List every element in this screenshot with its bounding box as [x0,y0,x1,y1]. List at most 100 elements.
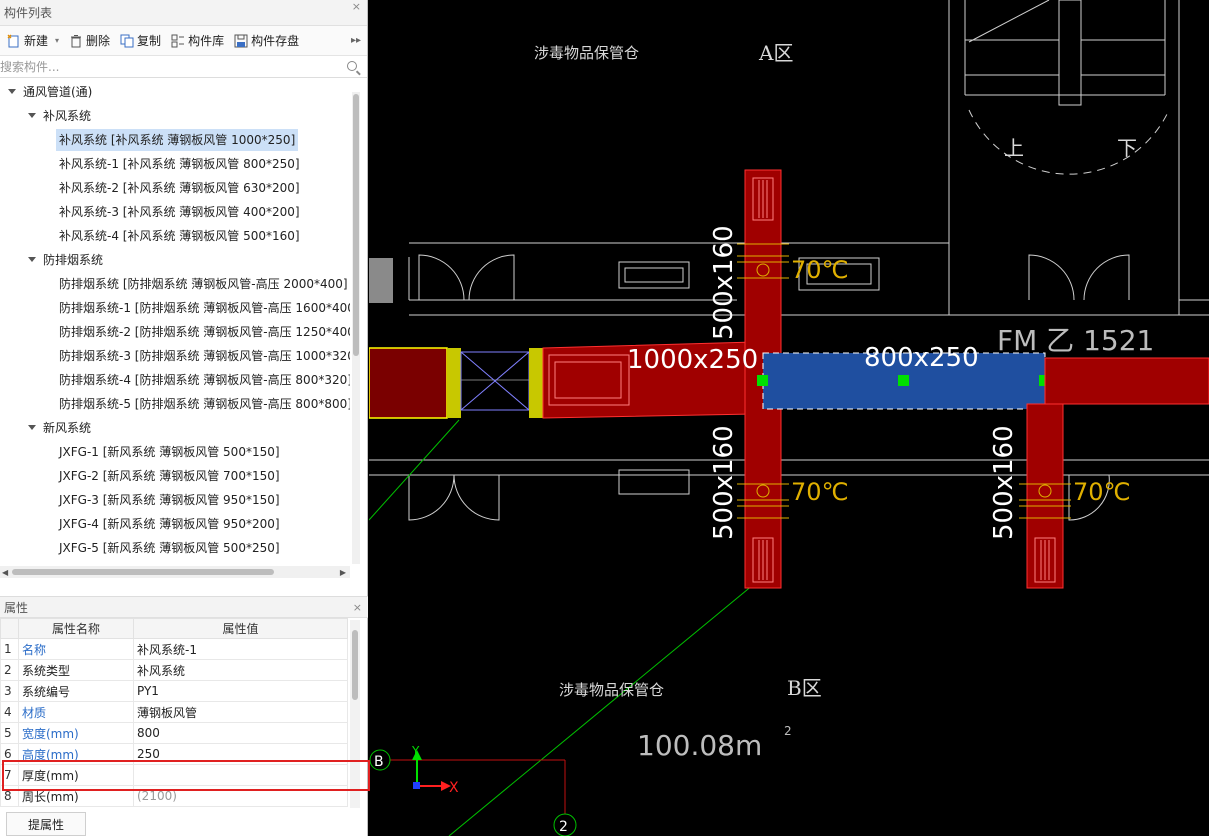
expand-arrow-icon[interactable] [28,113,36,118]
property-index: 3 [0,680,19,702]
axis-2-label: 2 [559,819,568,835]
tree-item[interactable]: JXFG-4 [新风系统 薄钢板风管 950*200] [0,512,350,536]
expand-arrow-icon[interactable] [28,425,36,430]
property-value[interactable]: 薄钢板风管 [133,701,348,723]
tree-item-label: 新风系统 [43,421,92,435]
axis-bubble-2[interactable]: 2 [553,813,577,836]
tree-item[interactable]: JXFG-5 [新风系统 薄钢板风管 500*250] [0,536,350,560]
tree-group[interactable]: 防排烟系统 [0,248,350,272]
tree-group[interactable]: 通风管道(通) [0,80,350,104]
properties-close-icon[interactable]: × [353,601,362,615]
tree-item[interactable]: 防排烟系统 [防排烟系统 薄钢板风管-高压 2000*400] [0,272,350,296]
tree-item[interactable]: 补风系统-4 [补风系统 薄钢板风管 500*160] [0,224,350,248]
property-row[interactable]: 2 系统类型 补风系统 [0,659,348,681]
door-swing-2 [468,254,515,301]
delete-button[interactable]: 删除 [64,29,115,53]
duct-branch-top-label: 500x160 [709,225,739,340]
index-column-header [0,618,19,639]
stair-arc [968,109,1170,175]
property-row[interactable]: 5 宽度(mm) 800 [0,722,348,744]
property-row[interactable]: 3 系统编号 PY1 [0,680,348,702]
tree-item-label: JXFG-3 [新风系统 薄钢板风管 950*150] [59,493,280,507]
properties-scroll-thumb[interactable] [352,630,358,700]
new-button[interactable]: 新建 ▾ [2,29,64,53]
tree-item[interactable]: 防排烟系统-4 [防排烟系统 薄钢板风管-高压 800*320] [0,368,350,392]
property-value[interactable] [133,764,348,786]
stair-break-line [968,0,1050,43]
tree-item[interactable]: JXFG-3 [新风系统 薄钢板风管 950*150] [0,488,350,512]
property-value[interactable]: 补风系统-1 [133,638,348,660]
area-superscript: 2 [784,724,792,738]
tree-item[interactable]: 防排烟系统-1 [防排烟系统 薄钢板风管-高压 1600*400 [0,296,350,320]
properties-scrollbar[interactable] [350,620,360,808]
tree-vertical-scroll-thumb[interactable] [353,94,359,356]
tree-group[interactable]: 补风系统 [0,104,350,128]
door-swing-3 [1028,254,1075,301]
library-icon [171,34,185,48]
component-list-close-icon[interactable]: × [352,0,361,14]
zone-b-label: B区 [787,676,822,700]
property-value[interactable]: 800 [133,722,348,744]
tree-item[interactable]: 补风系统 [补风系统 薄钢板风管 1000*250] [0,128,350,152]
property-row[interactable]: 4 材质 薄钢板风管 [0,701,348,723]
tree-item[interactable]: 防排烟系统-2 [防排烟系统 薄钢板风管-高压 1250*400 [0,320,350,344]
tree-item-label: 补风系统-4 [补风系统 薄钢板风管 500*160] [59,229,300,243]
window-3 [618,469,690,495]
walls [369,0,1209,521]
toolbar-overflow-icon[interactable]: ▸▸ [351,35,361,46]
duct-segment-far-left [369,347,448,419]
tree-item-label: JXFG-2 [新风系统 薄钢板风管 700*150] [59,469,280,483]
search-input[interactable] [0,56,330,77]
property-index: 8 [0,785,19,807]
damper-temp-2: 70℃ [791,478,849,506]
ucs-x-label: X [449,780,459,796]
property-value[interactable]: (2100) [133,785,348,807]
property-value[interactable]: 250 [133,743,348,765]
tree-item[interactable]: 补风系统-1 [补风系统 薄钢板风管 800*250] [0,152,350,176]
tree-group[interactable]: 新风系统 [0,416,350,440]
cad-drawing[interactable]: 涉毒物品保管仓 A区 涉毒物品保管仓 B区 上 下 100.08m 2 FM 乙… [369,0,1209,836]
property-name: 厚度(mm) [18,764,134,786]
new-dropdown-icon[interactable]: ▾ [55,36,59,45]
property-row[interactable]: 1 名称 补风系统-1 [0,638,348,660]
tree-horizontal-scroll-thumb[interactable] [12,569,274,575]
damper-temp-1: 70℃ [791,256,849,284]
cad-drawing-canvas[interactable]: 涉毒物品保管仓 A区 涉毒物品保管仓 B区 上 下 100.08m 2 FM 乙… [369,0,1209,836]
property-row[interactable]: 8 周长(mm) (2100) [0,785,348,807]
tree-item[interactable]: JXFG-1 [新风系统 薄钢板风管 500*150] [0,440,350,464]
tree-item[interactable]: 补风系统-2 [补风系统 薄钢板风管 630*200] [0,176,350,200]
search-box [0,56,367,78]
scroll-right-icon[interactable]: ▶ [340,568,346,577]
copy-icon [120,34,134,48]
tree-item-label: 防排烟系统-1 [防排烟系统 薄钢板风管-高压 1600*400 [59,301,350,315]
axis-bubble-b[interactable]: B [369,749,391,771]
tree-horizontal-scrollbar[interactable]: ◀ ▶ [0,566,350,578]
property-name: 周长(mm) [18,785,134,807]
trash-icon [69,34,83,48]
scroll-left-icon[interactable]: ◀ [2,568,8,577]
tree-vertical-scrollbar[interactable] [352,92,360,564]
expand-arrow-icon[interactable] [8,89,16,94]
search-icon[interactable] [347,61,357,71]
room-label-top: 涉毒物品保管仓 [534,44,639,62]
duct-right[interactable] [1026,357,1209,589]
tree-item[interactable]: 补风系统-3 [补风系统 薄钢板风管 400*200] [0,200,350,224]
expand-arrow-icon[interactable] [28,257,36,262]
property-name-column-header: 属性名称 [18,618,134,639]
library-button[interactable]: 构件库 [166,29,229,53]
copy-button[interactable]: 复制 [115,29,166,53]
property-value[interactable]: 补风系统 [133,659,348,681]
extract-properties-button[interactable]: 提属性 [6,812,86,836]
tree-item[interactable]: 防排烟系统-3 [防排烟系统 薄钢板风管-高压 1000*320 [0,344,350,368]
property-row[interactable]: 7 厚度(mm) [0,764,348,786]
component-list-header: 构件列表 × [0,0,367,26]
property-name: 名称 [18,638,134,660]
property-row[interactable]: 6 高度(mm) 250 [0,743,348,765]
tree-item[interactable]: JXFG-2 [新风系统 薄钢板风管 700*150] [0,464,350,488]
window-1-inner [624,267,684,283]
save-component-button[interactable]: 构件存盘 [229,29,304,53]
properties-header-row: 属性名称 属性值 [0,618,348,639]
tree-item[interactable]: 防排烟系统-5 [防排烟系统 薄钢板风管-高压 800*800] [0,392,350,416]
property-value[interactable]: PY1 [133,680,348,702]
diagonal-axis-lower [448,579,760,836]
